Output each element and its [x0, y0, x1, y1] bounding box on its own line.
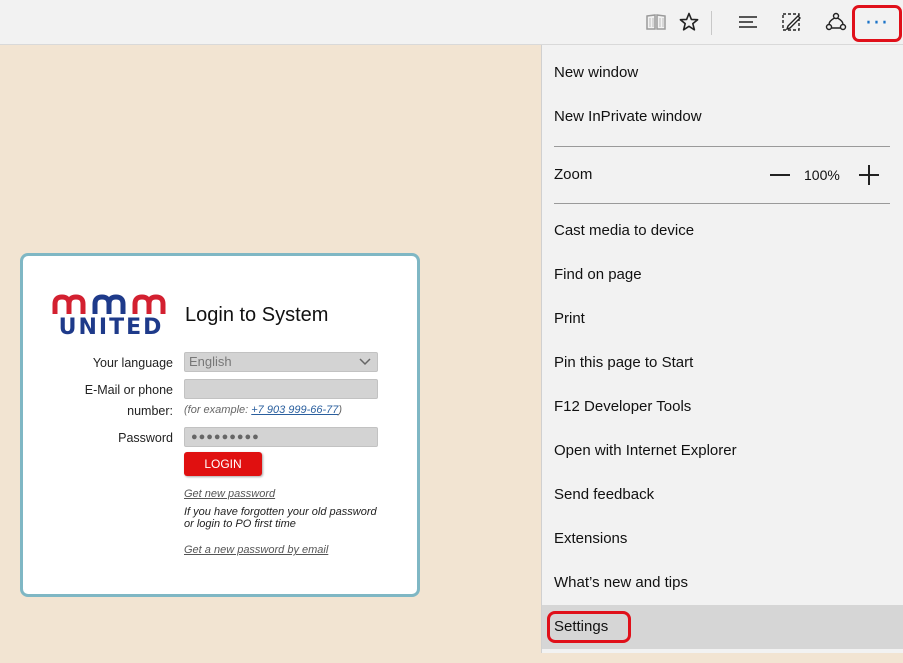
- menu-item-send-feedback[interactable]: Send feedback: [542, 473, 903, 517]
- forgot-password-note: If you have forgotten your old password …: [184, 506, 377, 530]
- menu-item-new-inprivate-window[interactable]: New InPrivate window: [542, 95, 903, 139]
- menu-item-open-with-ie[interactable]: Open with Internet Explorer: [542, 429, 903, 473]
- web-note-icon[interactable]: [779, 0, 805, 44]
- example-suffix: ): [338, 404, 343, 416]
- menu-item-new-window[interactable]: New window: [542, 51, 903, 95]
- example-prefix: (for example:: [184, 404, 252, 416]
- menu-item-extensions[interactable]: Extensions: [542, 517, 903, 561]
- minus-icon: [770, 174, 790, 176]
- example-phone-link[interactable]: +7 903 999-66-77: [251, 404, 338, 416]
- zoom-label: Zoom: [554, 166, 593, 183]
- zoom-row: Zoom 100%: [542, 153, 903, 197]
- menu-item-cast-media[interactable]: Cast media to device: [542, 209, 903, 253]
- logo-wordmark: UNITED: [58, 315, 164, 340]
- email-label-line1: E-Mail or phone: [84, 383, 173, 397]
- email-phone-input[interactable]: [184, 379, 378, 399]
- browser-toolbar: ···: [0, 0, 903, 45]
- menu-item-settings[interactable]: Settings: [542, 605, 903, 649]
- menu-item-pin-to-start[interactable]: Pin this page to Start: [542, 341, 903, 385]
- share-icon[interactable]: [823, 0, 849, 44]
- menu-item-whats-new[interactable]: What’s new and tips: [542, 561, 903, 605]
- language-value: English: [189, 354, 232, 369]
- get-password-by-email-link[interactable]: Get a new password by email: [184, 544, 328, 556]
- plus-icon-vertical: [868, 165, 870, 185]
- more-actions-menu: New window New InPrivate window Zoom 100…: [541, 45, 903, 653]
- menu-item-f12-tools[interactable]: F12 Developer Tools: [542, 385, 903, 429]
- more-actions-button[interactable]: ···: [852, 5, 902, 42]
- language-select[interactable]: English: [184, 352, 378, 372]
- email-label-line2: number:: [127, 404, 173, 418]
- reading-view-icon[interactable]: [643, 0, 669, 44]
- login-title: Login to System: [185, 304, 329, 326]
- zoom-level: 100%: [804, 167, 840, 183]
- more-actions-icon: ···: [865, 10, 889, 36]
- password-input[interactable]: ●●●●●●●●●: [184, 427, 378, 447]
- password-label: Password: [118, 431, 173, 445]
- highlight-ring: [547, 611, 631, 643]
- language-label: Your language: [92, 356, 173, 370]
- zoom-in-button[interactable]: [857, 164, 881, 186]
- zoom-out-button[interactable]: [768, 164, 792, 186]
- favorite-star-icon[interactable]: [676, 0, 702, 44]
- hub-icon[interactable]: [735, 0, 761, 44]
- menu-item-print[interactable]: Print: [542, 297, 903, 341]
- get-new-password-link[interactable]: Get new password: [184, 488, 275, 500]
- login-button[interactable]: LOGIN: [184, 452, 262, 476]
- login-card: UNITED Login to System Your language Eng…: [20, 253, 420, 597]
- united-logo: UNITED: [51, 294, 171, 344]
- toolbar-separator: [711, 11, 712, 35]
- menu-item-find-on-page[interactable]: Find on page: [542, 253, 903, 297]
- menu-divider: [554, 146, 890, 147]
- phone-example-hint: (for example: +7 903 999-66-77): [184, 404, 342, 416]
- chevron-down-icon: [359, 358, 371, 366]
- menu-divider: [554, 203, 890, 204]
